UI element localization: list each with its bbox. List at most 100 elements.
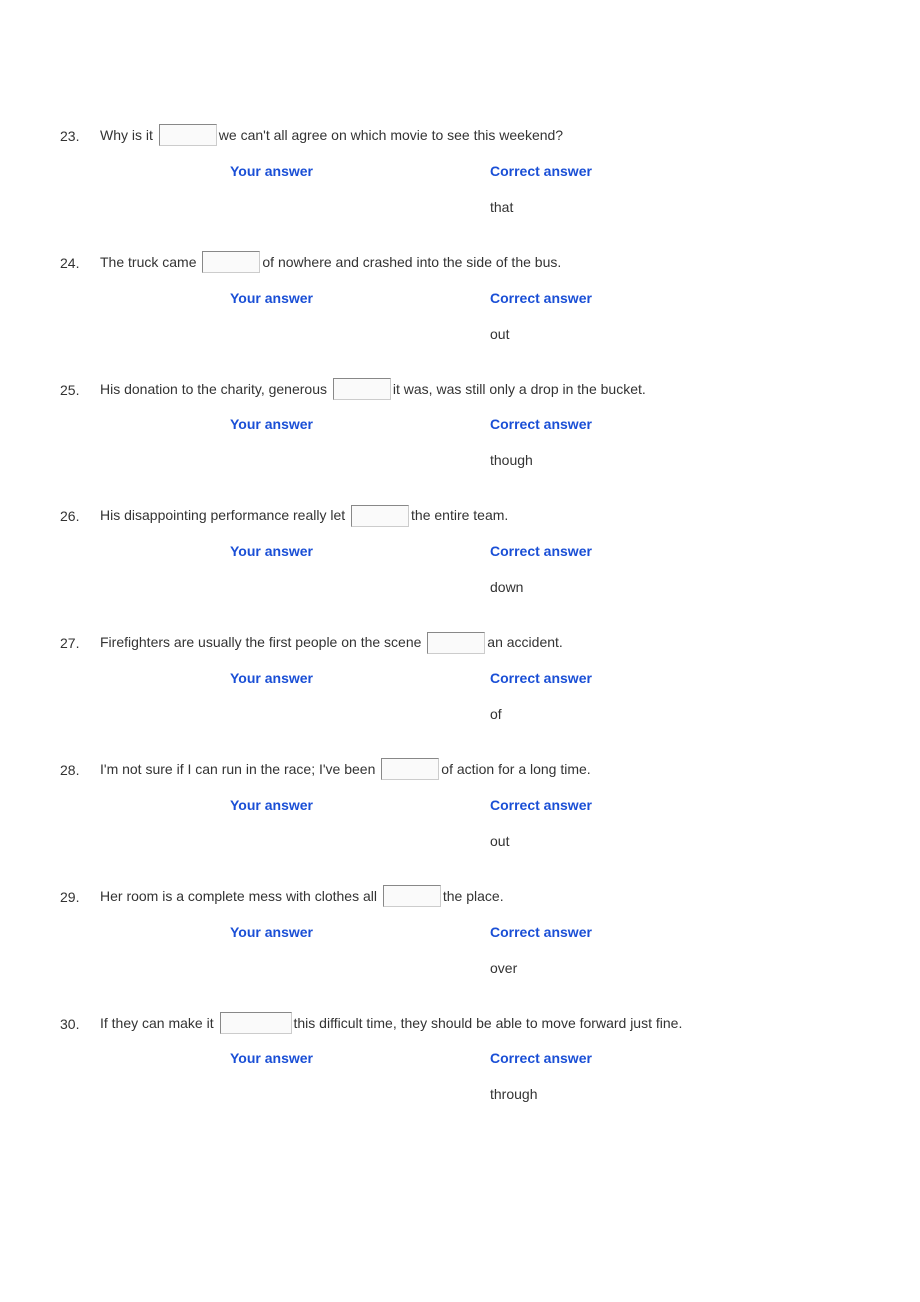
correct-answer-header: Correct answer: [490, 290, 592, 306]
your-answer-header: Your answer: [230, 163, 490, 179]
correct-answer-header: Correct answer: [490, 924, 592, 940]
questions-list: 23.Why is it we can't all agree on which…: [60, 120, 860, 1124]
your-answer-column: Your answer: [230, 543, 490, 597]
your-answer-value: [230, 833, 490, 851]
your-answer-value: [230, 452, 490, 470]
question-body: His donation to the charity, generous it…: [100, 374, 860, 491]
question-body: Why is it we can't all agree on which mo…: [100, 120, 860, 237]
your-answer-value: [230, 1086, 490, 1104]
sentence-text-before: Why is it: [100, 120, 157, 151]
question-sentence: Her room is a complete mess with clothes…: [100, 881, 860, 912]
question-sentence: His donation to the charity, generous it…: [100, 374, 860, 405]
correct-answer-value: of: [490, 706, 592, 724]
question-number: 29.: [60, 881, 100, 905]
question-item: 28.I'm not sure if I can run in the race…: [60, 754, 860, 871]
your-answer-column: Your answer: [230, 163, 490, 217]
blank-input[interactable]: [202, 251, 260, 273]
your-answer-value: [230, 960, 490, 978]
sentence-text-before: His donation to the charity, generous: [100, 374, 331, 405]
sentence-text-after: of nowhere and crashed into the side of …: [262, 247, 561, 278]
your-answer-header: Your answer: [230, 416, 490, 432]
answers-row: Your answerCorrect answer of: [100, 670, 860, 724]
correct-answer-header: Correct answer: [490, 1050, 592, 1066]
question-item: 29.Her room is a complete mess with clot…: [60, 881, 860, 998]
correct-answer-value: though: [490, 452, 592, 470]
question-sentence: I'm not sure if I can run in the race; I…: [100, 754, 860, 785]
sentence-text-before: Her room is a complete mess with clothes…: [100, 881, 381, 912]
question-sentence: Firefighters are usually the first peopl…: [100, 627, 860, 658]
blank-input[interactable]: [220, 1012, 292, 1034]
sentence-text-after: we can't all agree on which movie to see…: [219, 120, 563, 151]
answers-row: Your answerCorrect answer down: [100, 543, 860, 597]
blank-input[interactable]: [383, 885, 441, 907]
correct-answer-header: Correct answer: [490, 416, 592, 432]
question-body: Her room is a complete mess with clothes…: [100, 881, 860, 998]
sentence-text-after: it was, was still only a drop in the buc…: [393, 374, 646, 405]
question-number: 30.: [60, 1008, 100, 1032]
your-answer-header: Your answer: [230, 797, 490, 813]
question-body: Firefighters are usually the first peopl…: [100, 627, 860, 744]
your-answer-header: Your answer: [230, 1050, 490, 1066]
correct-answer-header: Correct answer: [490, 543, 592, 559]
correct-answer-value: through: [490, 1086, 592, 1104]
question-sentence: The truck came of nowhere and crashed in…: [100, 247, 860, 278]
question-item: 26.His disappointing performance really …: [60, 500, 860, 617]
your-answer-value: [230, 579, 490, 597]
your-answer-column: Your answer: [230, 924, 490, 978]
correct-answer-column: Correct answer down: [490, 543, 592, 597]
sentence-text-after: the entire team.: [411, 500, 508, 531]
correct-answer-column: Correct answer through: [490, 1050, 592, 1104]
question-number: 23.: [60, 120, 100, 144]
your-answer-column: Your answer: [230, 670, 490, 724]
sentence-text-after: this difficult time, they should be able…: [294, 1008, 683, 1039]
your-answer-value: [230, 326, 490, 344]
question-sentence: His disappointing performance really let…: [100, 500, 860, 531]
sentence-text-before: I'm not sure if I can run in the race; I…: [100, 754, 379, 785]
your-answer-column: Your answer: [230, 290, 490, 344]
sentence-text-after: the place.: [443, 881, 504, 912]
blank-input[interactable]: [381, 758, 439, 780]
correct-answer-header: Correct answer: [490, 797, 592, 813]
your-answer-header: Your answer: [230, 924, 490, 940]
question-number: 28.: [60, 754, 100, 778]
question-body: I'm not sure if I can run in the race; I…: [100, 754, 860, 871]
correct-answer-column: Correct answer though: [490, 416, 592, 470]
sentence-text-before: If they can make it: [100, 1008, 218, 1039]
question-item: 25.His donation to the charity, generous…: [60, 374, 860, 491]
your-answer-header: Your answer: [230, 290, 490, 306]
sentence-text-before: His disappointing performance really let: [100, 500, 349, 531]
sentence-text-before: The truck came: [100, 247, 200, 278]
correct-answer-column: Correct answerout: [490, 290, 592, 344]
correct-answer-column: Correct answerthat: [490, 163, 592, 217]
your-answer-column: Your answer: [230, 416, 490, 470]
answers-row: Your answerCorrect answerout: [100, 290, 860, 344]
your-answer-header: Your answer: [230, 543, 490, 559]
blank-input[interactable]: [333, 378, 391, 400]
sentence-text-after: of action for a long time.: [441, 754, 590, 785]
your-answer-value: [230, 199, 490, 217]
question-body: The truck came of nowhere and crashed in…: [100, 247, 860, 364]
correct-answer-header: Correct answer: [490, 670, 592, 686]
question-item: 23.Why is it we can't all agree on which…: [60, 120, 860, 237]
your-answer-column: Your answer: [230, 1050, 490, 1104]
question-item: 24.The truck came of nowhere and crashed…: [60, 247, 860, 364]
correct-answer-column: Correct answerout: [490, 797, 592, 851]
question-number: 24.: [60, 247, 100, 271]
correct-answer-column: Correct answer of: [490, 670, 592, 724]
question-body: If they can make it this difficult time,…: [100, 1008, 860, 1125]
question-body: His disappointing performance really let…: [100, 500, 860, 617]
blank-input[interactable]: [427, 632, 485, 654]
your-answer-column: Your answer: [230, 797, 490, 851]
question-item: 27.Firefighters are usually the first pe…: [60, 627, 860, 744]
question-number: 27.: [60, 627, 100, 651]
correct-answer-column: Correct answerover: [490, 924, 592, 978]
question-number: 25.: [60, 374, 100, 398]
correct-answer-value: down: [490, 579, 592, 597]
answers-row: Your answerCorrect answer through: [100, 1050, 860, 1104]
blank-input[interactable]: [159, 124, 217, 146]
answers-row: Your answerCorrect answerover: [100, 924, 860, 978]
blank-input[interactable]: [351, 505, 409, 527]
question-number: 26.: [60, 500, 100, 524]
question-sentence: If they can make it this difficult time,…: [100, 1008, 860, 1039]
answers-row: Your answerCorrect answer though: [100, 416, 860, 470]
